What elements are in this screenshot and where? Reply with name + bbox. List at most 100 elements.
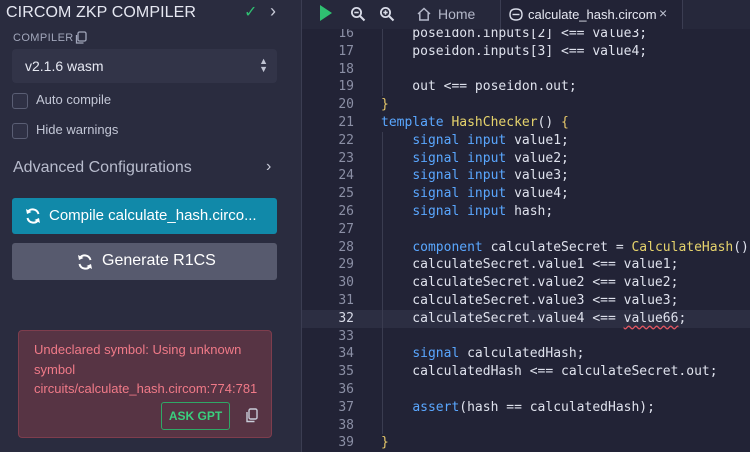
ask-gpt-button[interactable]: ASK GPT — [161, 402, 230, 430]
code-line[interactable]: 28 component calculateSecret = Calculate… — [302, 239, 750, 257]
refresh-icon — [26, 208, 40, 224]
refresh-icon — [78, 254, 92, 270]
line-number: 31 — [338, 293, 354, 308]
line-number: 20 — [338, 97, 354, 113]
line-number: 27 — [338, 221, 354, 237]
tab-calculate-hash-circom[interactable]: calculate_hash.circom × — [501, 0, 682, 29]
line-number: 29 — [338, 257, 354, 273]
code-text: signal input value3; — [412, 168, 569, 184]
close-tab-icon[interactable]: × — [659, 5, 667, 21]
code-line[interactable]: 32 calculateSecret.value4 <== value66; — [302, 309, 750, 328]
compiler-label: COMPILER — [13, 32, 74, 44]
line-number: 34 — [338, 346, 354, 362]
code-text: calculateSecret.value3 <== value3; — [381, 293, 679, 308]
code-text: out <== poseidon.out; — [381, 79, 577, 95]
line-number: 16 — [338, 29, 354, 41]
code-line[interactable]: 16 poseidon.inputs[2] <== value3; — [302, 29, 750, 43]
code-line[interactable]: 24 signal input value3; — [302, 167, 750, 185]
code-text: component calculateSecret = CalculateHas… — [412, 239, 750, 255]
line-number: 33 — [338, 328, 354, 344]
code-editor[interactable]: 16 poseidon.inputs[2] <== value3; 17 pose… — [302, 29, 750, 452]
code-line[interactable]: 23 signal input value2; — [302, 150, 750, 168]
auto-compile-box[interactable] — [12, 93, 28, 109]
code-line[interactable]: 34 signal calculatedHash; — [302, 345, 750, 363]
code-line[interactable]: 20} — [302, 96, 750, 114]
home-icon — [417, 7, 431, 21]
compile-button[interactable]: Compile calculate_hash.circo... — [12, 198, 277, 234]
copy-icon[interactable] — [74, 31, 88, 45]
code-line[interactable]: 22 signal input value1; — [302, 132, 750, 150]
run-play-icon[interactable] — [320, 5, 332, 21]
line-number: 19 — [338, 79, 354, 95]
code-line[interactable]: 18 — [302, 61, 750, 79]
compiler-panel: CIRCOM ZKP COMPILER ✓ › COMPILER v2.1.6 … — [0, 0, 301, 452]
collapse-panel-chevron-icon[interactable]: › — [270, 1, 276, 22]
compiler-version-select[interactable]: v2.1.6 wasm ▲ ▼ — [12, 49, 277, 83]
editor-toolbar: Home calculate_hash.circom × — [302, 0, 750, 29]
tab-home-label: Home — [438, 6, 476, 22]
code-line[interactable]: 38 — [302, 417, 750, 435]
code-text: signal input value2; — [412, 150, 569, 166]
hide-warnings-label: Hide warnings — [36, 122, 119, 137]
code-text: signal input value1; — [412, 132, 569, 148]
hide-warnings-box[interactable] — [12, 123, 28, 139]
select-arrows-icon: ▲ ▼ — [259, 56, 268, 74]
line-number: 21 — [338, 115, 354, 130]
code-line[interactable]: 19 out <== poseidon.out; — [302, 78, 750, 96]
panel-title: CIRCOM ZKP COMPILER — [6, 4, 197, 21]
line-number: 36 — [338, 382, 354, 397]
error-message: Undeclared symbol: Using unknown symbol … — [34, 342, 258, 396]
tab-home[interactable]: Home — [413, 0, 513, 29]
compiled-check-icon: ✓ — [244, 4, 258, 21]
code-line[interactable]: 25 signal input value4; — [302, 185, 750, 203]
advanced-configurations-toggle[interactable]: Advanced Configurations — [13, 159, 192, 177]
line-number: 37 — [338, 399, 354, 415]
indent-guide — [382, 131, 383, 435]
code-line[interactable]: 33 — [302, 328, 750, 346]
auto-compile-label: Auto compile — [36, 92, 112, 107]
line-number: 25 — [338, 186, 354, 202]
line-number: 26 — [338, 204, 354, 219]
copy-icon[interactable] — [245, 408, 259, 423]
line-number: 32 — [338, 310, 354, 326]
generate-r1cs-label: Generate R1CS — [102, 252, 216, 269]
code-line[interactable]: 17 poseidon.inputs[3] <== value4; — [302, 43, 750, 61]
code-line[interactable]: 31 calculateSecret.value3 <== value3; — [302, 292, 750, 310]
code-text: signal input value4; — [412, 186, 569, 202]
line-number: 39 — [338, 435, 354, 451]
zoom-in-icon[interactable] — [379, 6, 395, 22]
code-line[interactable]: 37 assert(hash == calculatedHash); — [302, 399, 750, 417]
code-text: calculateSecret.value2 <== value2; — [381, 275, 679, 291]
code-text: calculateSecret.value4 <== value66; — [381, 310, 687, 326]
code-text: signal calculatedHash; — [412, 346, 585, 362]
code-line[interactable]: 26 signal input hash; — [302, 203, 750, 221]
line-number: 23 — [338, 150, 354, 166]
code-text: poseidon.inputs[3] <== value4; — [381, 43, 648, 59]
line-number: 18 — [338, 61, 354, 77]
code-line[interactable]: 35 calculatedHash <== calculateSecret.ou… — [302, 363, 750, 381]
circom-file-icon — [509, 8, 523, 21]
code-text: signal input hash; — [412, 204, 554, 219]
code-line[interactable]: 39} — [302, 434, 750, 452]
code-text: assert(hash == calculatedHash); — [412, 399, 655, 415]
code-line[interactable]: 21 template HashChecker() { — [302, 114, 750, 132]
code-text: } — [381, 435, 389, 451]
code-text: calculatedHash <== calculateSecret.out; — [381, 364, 718, 380]
code-text: poseidon.inputs[2] <== value3; — [381, 29, 648, 41]
error-alert: Undeclared symbol: Using unknown symbol … — [18, 330, 272, 438]
zoom-out-icon[interactable] — [350, 6, 366, 22]
code-text: } — [381, 97, 389, 113]
line-number: 28 — [338, 239, 354, 255]
chevron-right-icon[interactable]: › — [266, 158, 271, 176]
code-line[interactable]: 29 calculateSecret.value1 <== value1; — [302, 256, 750, 274]
code-line[interactable]: 36 — [302, 381, 750, 399]
line-number: 30 — [338, 275, 354, 291]
line-number: 17 — [338, 43, 354, 59]
tab-file-label: calculate_hash.circom — [528, 7, 657, 22]
code-line[interactable]: 30 calculateSecret.value2 <== value2; — [302, 274, 750, 292]
code-text: template HashChecker() { — [381, 115, 569, 130]
generate-r1cs-button[interactable]: Generate R1CS — [12, 243, 277, 280]
line-number: 35 — [338, 364, 354, 380]
compiler-version-value: v2.1.6 wasm — [25, 58, 104, 74]
code-line[interactable]: 27 — [302, 221, 750, 239]
